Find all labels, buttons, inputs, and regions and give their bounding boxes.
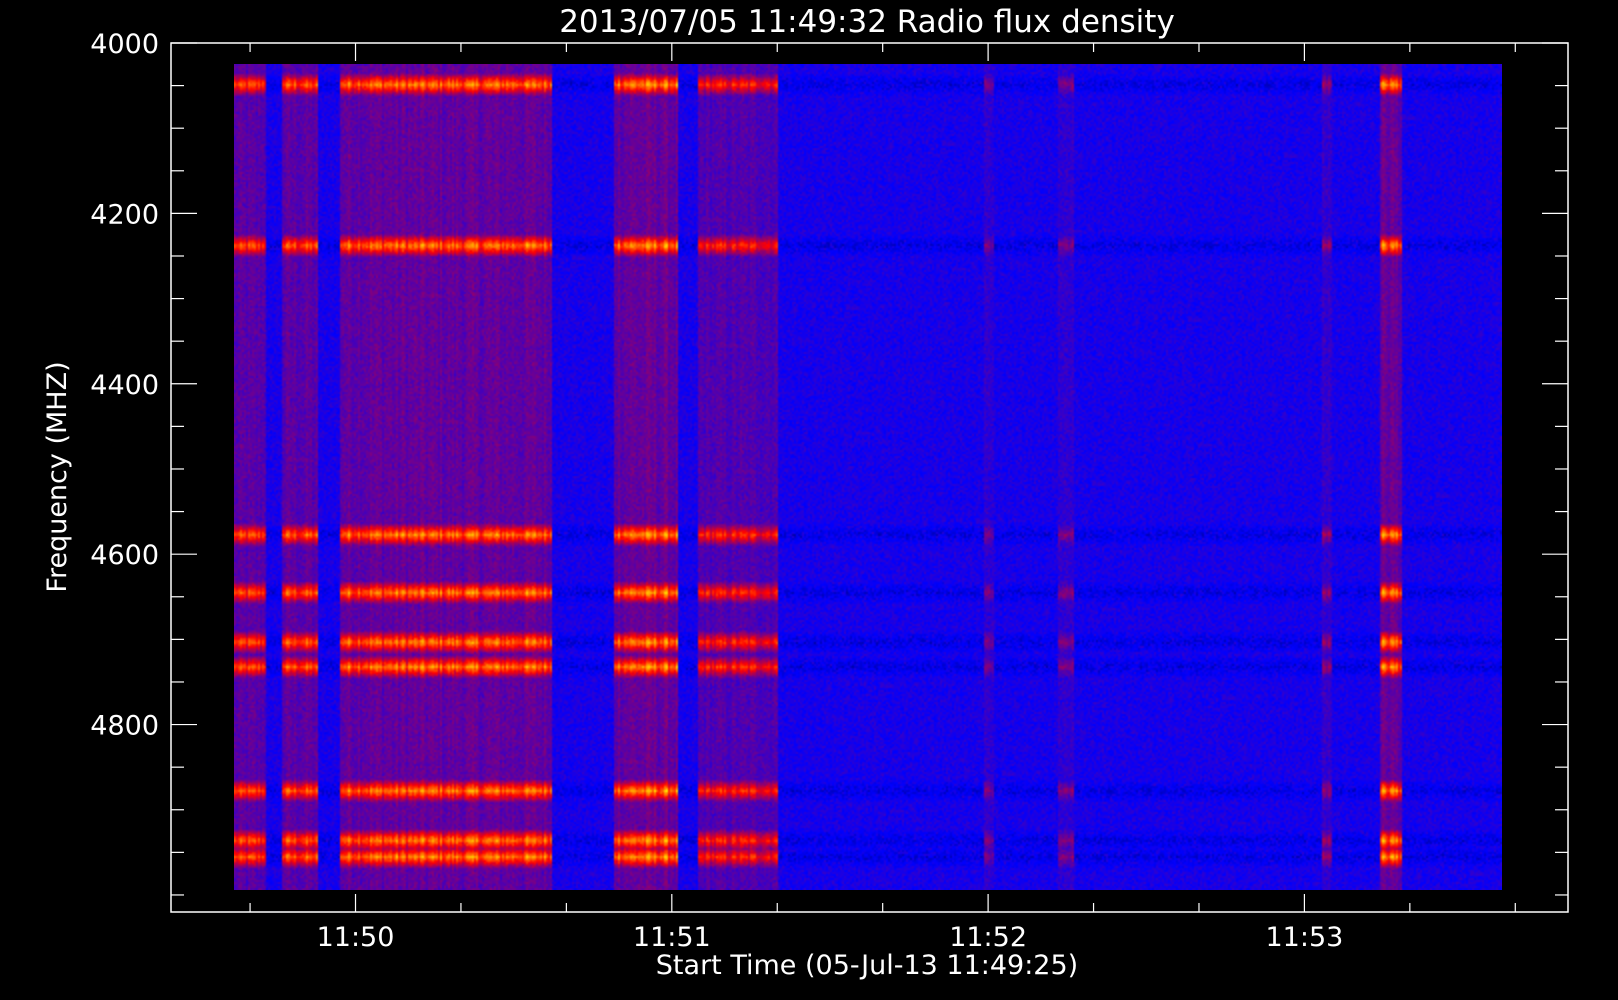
y-tick-label: 4200 — [90, 199, 159, 230]
y-tick-label: 4800 — [90, 711, 159, 742]
y-tick-label: 4000 — [90, 29, 159, 60]
x-tick-label: 11:52 — [949, 922, 1027, 953]
x-tick-label: 11:50 — [317, 922, 395, 953]
x-axis-title: Start Time (05-Jul-13 11:49:25) — [656, 950, 1078, 981]
y-tick-label: 4400 — [90, 370, 159, 401]
x-tick-label: 11:51 — [633, 922, 711, 953]
spectrogram-heatmap — [234, 64, 1502, 890]
y-axis-title: Frequency (MHZ) — [42, 361, 73, 592]
y-tick-label: 4600 — [90, 540, 159, 571]
chart-title: 2013/07/05 11:49:32 Radio flux density — [559, 4, 1175, 40]
x-tick-label: 11:53 — [1266, 922, 1344, 953]
spectrogram-image — [234, 64, 1502, 890]
radio-spectrogram-figure: 2013/07/05 11:49:32 Radio flux density 1… — [0, 0, 1618, 1000]
